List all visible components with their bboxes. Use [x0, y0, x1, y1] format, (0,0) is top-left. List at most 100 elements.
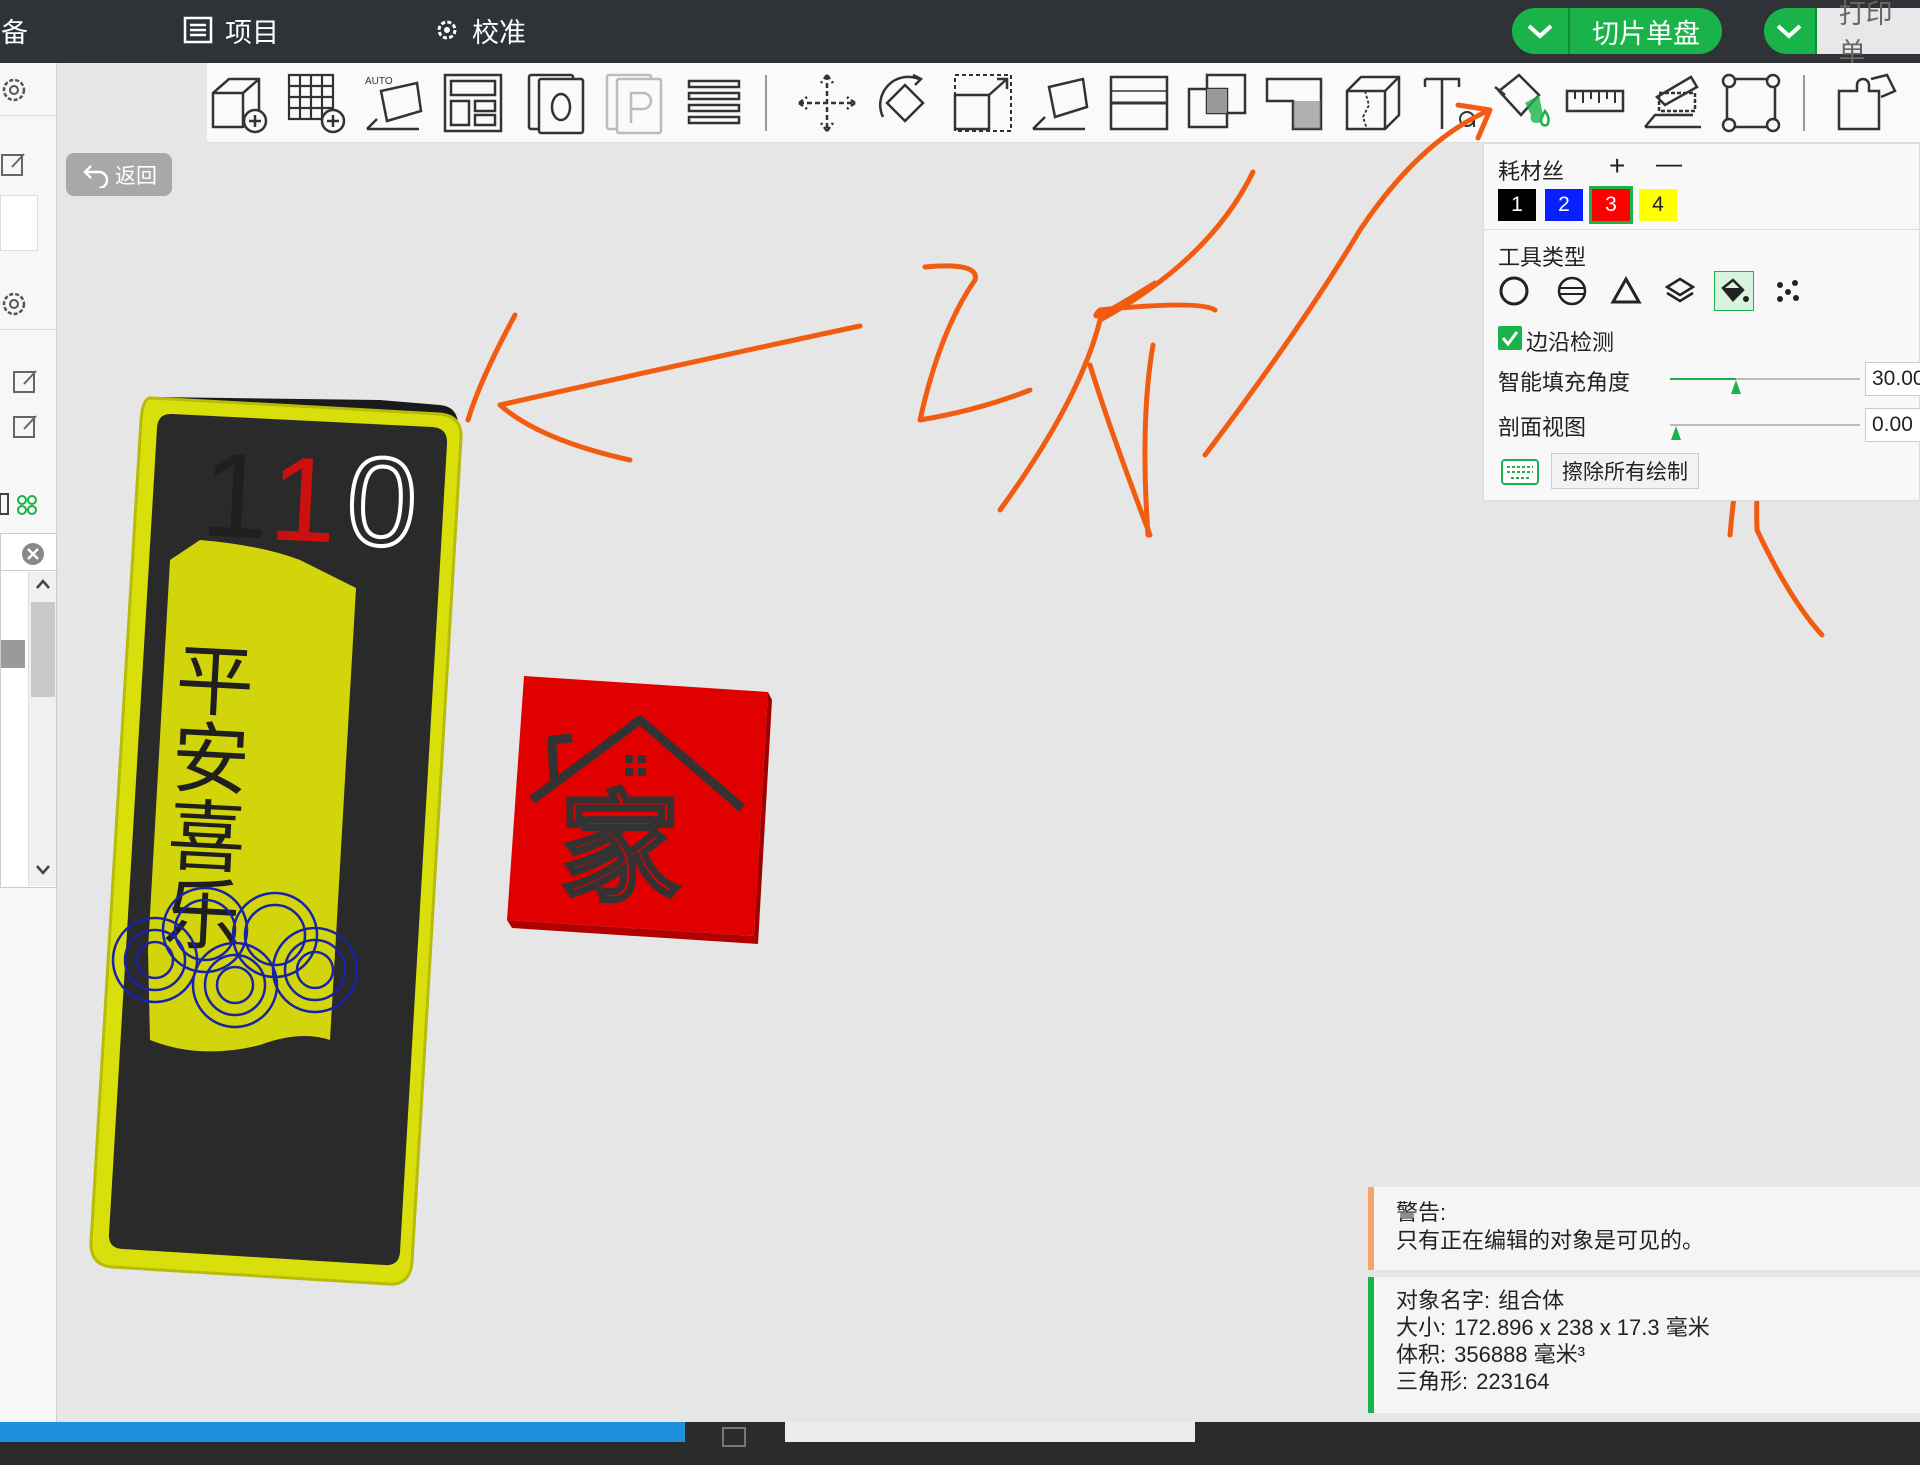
- rotate-icon: [878, 73, 925, 123]
- chevron-down-icon[interactable]: [35, 864, 51, 876]
- cut-tool[interactable]: [1107, 71, 1171, 135]
- object-name-row: 对象名字: 组合体: [1396, 1287, 1920, 1314]
- close-icon[interactable]: [21, 542, 45, 566]
- add-plate-icon: [287, 73, 346, 134]
- rotate-tool[interactable]: [873, 71, 937, 135]
- back-button[interactable]: 返回: [66, 153, 172, 196]
- object-list-panel[interactable]: [0, 533, 58, 888]
- volume-label: 体积:: [1396, 1342, 1447, 1367]
- variable-layer-tool[interactable]: [1719, 71, 1783, 135]
- split-tool[interactable]: [1835, 71, 1899, 135]
- add-cube-icon: [211, 77, 268, 134]
- filament-title: 耗材丝: [1498, 159, 1565, 184]
- keyboard-icon[interactable]: [1501, 459, 1539, 485]
- sphere-tool[interactable]: [1552, 271, 1592, 311]
- triangle-icon: [1610, 275, 1642, 304]
- remove-filament-button[interactable]: —: [1656, 148, 1682, 179]
- layers-tool[interactable]: [1660, 271, 1700, 311]
- plate-object-tool[interactable]: [525, 71, 589, 135]
- plate-digit-2: 1: [267, 431, 341, 568]
- taskbar-item[interactable]: [785, 1422, 1195, 1442]
- object-list-icon[interactable]: [0, 490, 44, 520]
- boolean-tool[interactable]: [1185, 71, 1249, 135]
- slicer-app: 设备 项目 校准 切片单盘 打印单: [0, 0, 1920, 1465]
- smart-fill-angle-input[interactable]: 30.00: [1865, 362, 1920, 396]
- smart-fill-slider-thumb[interactable]: [1731, 380, 1741, 394]
- edit-icon[interactable]: [12, 368, 42, 396]
- settings-gear-icon[interactable]: [0, 75, 40, 105]
- warning-text: 只有正在编辑的对象是可见的。: [1396, 1228, 1705, 1253]
- yellow-plate-model[interactable]: 1 1 0 平安喜乐: [89, 396, 463, 1286]
- ruler-icon: [1565, 89, 1625, 113]
- scale-tool[interactable]: [951, 71, 1015, 135]
- section-view-input[interactable]: 0.00: [1865, 408, 1920, 442]
- scrollbar-thumb[interactable]: [31, 602, 55, 697]
- window-icon[interactable]: [722, 1427, 746, 1447]
- measure-tool[interactable]: [1563, 71, 1627, 135]
- text-tool[interactable]: [1419, 71, 1483, 135]
- red-tile-model[interactable]: 家: [507, 676, 772, 944]
- move-tool[interactable]: [795, 71, 859, 135]
- variable-layer-icon: [1721, 73, 1781, 133]
- toolbar-divider: [765, 75, 767, 131]
- smart-fill-slider-fill: [1670, 378, 1736, 380]
- move-icon: [798, 74, 856, 132]
- gap-fill-tool[interactable]: [1768, 271, 1808, 311]
- filament-swatch-2[interactable]: 2: [1545, 189, 1583, 221]
- color-paint-panel: 耗材丝 + — 1 2 3 4 工具类型 边沿检测 智能填充角度 30.00 剖…: [1483, 143, 1920, 501]
- device-tab[interactable]: 设备: [0, 8, 28, 52]
- puzzle-icon: [1837, 73, 1897, 131]
- os-taskbar: [0, 1422, 1920, 1465]
- circle-tool[interactable]: [1494, 271, 1534, 311]
- seam-paint-tool[interactable]: [1341, 71, 1405, 135]
- filament-swatch-4[interactable]: 4: [1639, 189, 1677, 221]
- fill-bucket-tool[interactable]: [1714, 271, 1754, 311]
- warning-title: 警告:: [1396, 1200, 1447, 1225]
- auto-orient-tool[interactable]: AUTO: [363, 71, 427, 135]
- layers-tool[interactable]: [681, 71, 745, 135]
- erase-all-painting-button[interactable]: 擦除所有绘制: [1551, 453, 1699, 489]
- edit-icon[interactable]: [0, 151, 30, 179]
- settings-gear-icon[interactable]: [0, 289, 40, 319]
- gap-fill-icon: [1777, 280, 1799, 302]
- chevron-down-icon[interactable]: [1764, 8, 1817, 54]
- add-plate-tool[interactable]: [285, 71, 349, 135]
- edge-detect-checkbox[interactable]: [1498, 326, 1522, 350]
- lay-on-face-tool[interactable]: [1029, 71, 1093, 135]
- project-tab[interactable]: 项目: [183, 8, 279, 52]
- triangles-label: 三角形:: [1396, 1369, 1469, 1394]
- cut-icon: [1109, 75, 1169, 131]
- calibrate-tab[interactable]: 校准: [434, 8, 526, 52]
- object-name-value: 组合体: [1498, 1288, 1565, 1313]
- filament-swatch-3[interactable]: 3: [1589, 186, 1633, 224]
- checkmark-icon: [1501, 331, 1519, 347]
- chevron-up-icon[interactable]: [35, 578, 51, 590]
- edit-icon[interactable]: [12, 413, 42, 441]
- color-paint-tool[interactable]: [1491, 67, 1555, 131]
- assembly-icon: [1644, 75, 1701, 129]
- arrange-tool[interactable]: [441, 71, 505, 135]
- smart-fill-angle-label: 智能填充角度: [1498, 370, 1631, 395]
- support-paint-tool[interactable]: [1263, 71, 1327, 135]
- print-plate-label: 打印单: [1816, 0, 1920, 68]
- section-view-slider-thumb[interactable]: [1671, 426, 1681, 440]
- section-view-slider[interactable]: [1670, 424, 1860, 426]
- plate-p-tool[interactable]: [603, 71, 667, 135]
- list-item-selected[interactable]: [1, 640, 25, 668]
- print-plate-button[interactable]: 打印单: [1764, 0, 1920, 68]
- size-label: 大小:: [1396, 1315, 1447, 1340]
- arrange-icon: [443, 73, 503, 133]
- preset-box[interactable]: [0, 195, 38, 251]
- triangles-value: 223164: [1476, 1369, 1550, 1394]
- add-cube-tool[interactable]: [207, 71, 271, 135]
- progress-strip: [0, 1422, 685, 1442]
- chevron-down-icon[interactable]: [1512, 8, 1570, 54]
- slice-plate-button[interactable]: 切片单盘: [1512, 8, 1722, 54]
- scrollbar[interactable]: [28, 572, 56, 886]
- filament-swatch-1[interactable]: 1: [1498, 189, 1536, 221]
- calibrate-gear-icon: [434, 17, 460, 43]
- add-filament-button[interactable]: +: [1609, 150, 1625, 182]
- assembly-tool[interactable]: [1641, 71, 1705, 135]
- triangle-tool[interactable]: [1606, 271, 1646, 311]
- divider: [0, 115, 57, 116]
